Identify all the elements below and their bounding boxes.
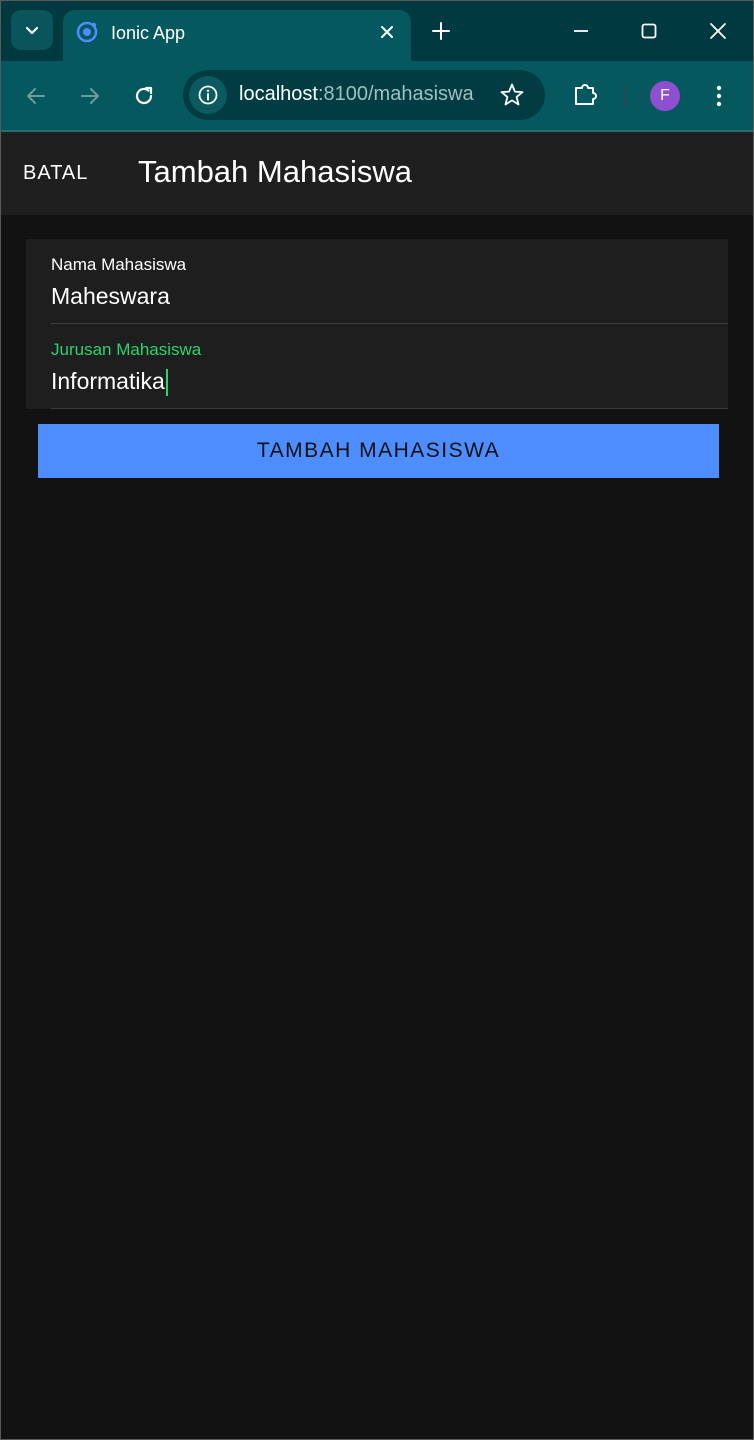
page-title: Tambah Mahasiswa: [138, 154, 412, 189]
arrow-right-icon: [81, 88, 99, 104]
tab-title: Ionic App: [111, 23, 186, 43]
back-button[interactable]: [19, 79, 53, 113]
cancel-button[interactable]: BATAL: [23, 162, 88, 185]
reload-icon: [135, 86, 153, 105]
minimize-button[interactable]: [565, 15, 597, 47]
plus-icon: [432, 22, 450, 40]
name-input[interactable]: [51, 279, 721, 313]
ionic-logo-icon: [76, 21, 98, 43]
browser-tab-strip: Ionic App: [1, 1, 753, 61]
major-field-label: Jurusan Mahasiswa: [51, 340, 202, 359]
major-field-item: Jurusan Mahasiswa Informatika: [51, 324, 728, 409]
puzzle-icon[interactable]: [571, 79, 601, 109]
close-window-button[interactable]: [702, 15, 734, 47]
maximize-button[interactable]: [633, 15, 665, 47]
new-tab-button[interactable]: [427, 17, 455, 45]
url-text: localhost:8100/mahasiswa: [239, 83, 474, 106]
close-icon: [381, 26, 393, 38]
browser-toolbar: localhost:8100/mahasiswa: [1, 61, 753, 130]
toolbar-separator: [624, 84, 626, 106]
browser-tab[interactable]: Ionic App: [63, 10, 411, 61]
star-icon[interactable]: [499, 82, 525, 108]
kebab-menu-icon: [716, 85, 722, 107]
info-icon: [198, 85, 218, 105]
minimize-icon: [574, 30, 588, 32]
profile-avatar[interactable]: F: [650, 81, 680, 111]
tab-search-button[interactable]: [11, 10, 53, 50]
address-bar[interactable]: localhost:8100/mahasiswa: [183, 70, 545, 120]
app-header: BATAL Tambah Mahasiswa: [1, 132, 753, 215]
url-host: localhost: [239, 83, 318, 105]
arrow-left-icon: [27, 88, 45, 104]
major-input-value: Informatika: [51, 368, 165, 394]
major-input[interactable]: Informatika: [51, 364, 721, 398]
app-window: Ionic App localhost:8100/mahasiswa F BAT…: [0, 0, 754, 1440]
reload-button[interactable]: [127, 79, 161, 113]
student-form: Nama Mahasiswa Jurusan Mahasiswa Informa…: [26, 239, 728, 409]
browser-menu-button[interactable]: [707, 81, 731, 111]
site-info-button[interactable]: [189, 76, 227, 114]
forward-button[interactable]: [73, 79, 107, 113]
add-student-button[interactable]: TAMBAH MAHASISWA: [38, 424, 719, 478]
name-field-item: Nama Mahasiswa: [51, 239, 728, 324]
maximize-icon: [641, 23, 657, 39]
close-icon: [710, 23, 726, 39]
name-field-label: Nama Mahasiswa: [51, 255, 187, 274]
chevron-down-icon: [25, 26, 39, 35]
text-caret: [165, 369, 168, 397]
tab-close-button[interactable]: [375, 20, 399, 44]
url-path: :8100/mahasiswa: [317, 83, 474, 105]
